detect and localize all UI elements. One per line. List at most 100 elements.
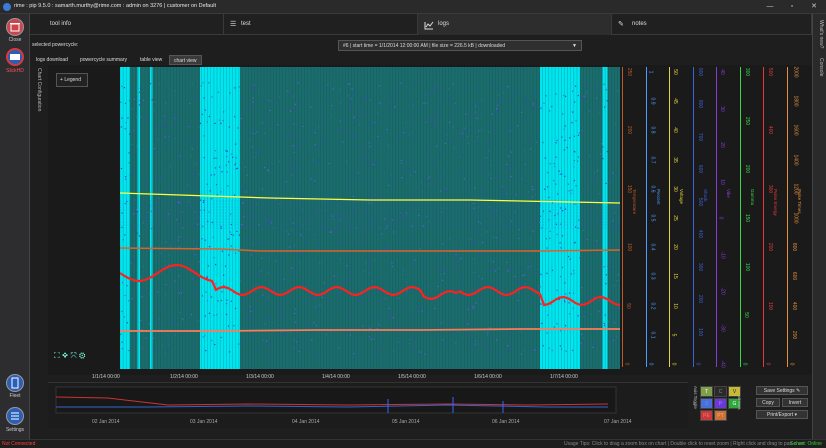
y-tick-label: 0: [717, 217, 723, 220]
overview-svg[interactable]: [48, 383, 688, 417]
y-tick-label: 500: [697, 198, 703, 206]
plot-svg[interactable]: [120, 67, 620, 369]
y-tick-label: 15: [672, 274, 678, 280]
console-tab[interactable]: Console: [818, 58, 824, 76]
y-tick-label: 0: [764, 363, 770, 366]
close-window-button[interactable]: ✕: [804, 2, 824, 12]
minimize-button[interactable]: —: [760, 2, 780, 12]
legend-label: Legend: [64, 77, 81, 83]
y-tick-label: 0.5: [649, 215, 655, 222]
plot-area[interactable]: [120, 67, 620, 369]
y-tick-label: 100: [697, 327, 703, 335]
tab-label: test: [241, 14, 251, 35]
axis-toggle-button[interactable]: PE: [700, 410, 713, 421]
y-axis-title: Gamma: [750, 189, 755, 205]
tab-label: logs: [438, 14, 449, 35]
pan-icon[interactable]: ✥: [62, 351, 68, 360]
y-tick-label: 400: [697, 230, 703, 238]
y-tick-label: 0: [670, 363, 676, 366]
chart-area[interactable]: + Legend ⛶ ✥ ⤧ ⚙ 250200150100500Temperat…: [48, 65, 812, 375]
y-axis-title: Pulse Energy: [773, 189, 778, 216]
y-tick-label: 10: [719, 179, 725, 185]
y-tick-label: 0.1: [649, 331, 655, 338]
x-tick-label: 1/1/14 00:00: [92, 374, 120, 380]
y-axis-line: [693, 67, 694, 367]
axis-toggle-button[interactable]: P: [714, 398, 727, 409]
y-tick-label: 20: [672, 244, 678, 250]
y-tick-label: 900: [697, 68, 703, 76]
y-axis-title: Shock: [703, 189, 708, 202]
overview-date-label: 02 Jan 2014: [92, 419, 120, 425]
x-tick-label: 1/4/14 00:00: [322, 374, 350, 380]
tab-logs[interactable]: logs: [418, 14, 612, 35]
legend-button[interactable]: + Legend: [56, 73, 88, 87]
y-axis-line: [763, 67, 764, 367]
y-tick-label: 0: [741, 363, 747, 366]
y-tick-label: 200: [744, 165, 750, 173]
axis-toggle-button[interactable]: T: [700, 386, 713, 397]
subtab-logs-download[interactable]: logs download: [32, 55, 72, 65]
x-tick-label: 1/7/14 00:00: [550, 374, 578, 380]
all-axes-label: all axes: [737, 396, 742, 410]
save-settings-button[interactable]: Save Settings ✎: [756, 386, 808, 395]
y-axis-title: Temperature: [632, 189, 637, 214]
right-sidebar: What's new? Console: [812, 14, 826, 439]
subtab-table-view[interactable]: table view: [136, 55, 166, 65]
overview-date-label: 07 Jan 2014: [604, 419, 632, 425]
axis-toggle-label: Axis Toggle: [693, 386, 698, 409]
gear-icon[interactable]: ⚙: [79, 351, 85, 360]
whats-new-tab[interactable]: What's new?: [818, 20, 824, 48]
maximize-button[interactable]: ▫: [782, 2, 802, 12]
axis-toggle-button[interactable]: PT: [714, 410, 727, 421]
y-tick-label: -40: [720, 360, 726, 367]
y-tick-label: 200: [697, 295, 703, 303]
y-tick-label: 400: [767, 126, 773, 134]
invert-button[interactable]: Invert: [782, 398, 808, 407]
y-tick-label: 0: [647, 363, 653, 366]
y-tick-label: -10: [720, 251, 726, 258]
device-icon: [6, 48, 24, 66]
list-icon: ☰: [230, 14, 236, 35]
tab-label: notes: [632, 14, 647, 35]
app-icon: [3, 3, 11, 11]
chart-configuration-tab[interactable]: Chart Configuration: [32, 68, 44, 138]
zoom-fit-icon[interactable]: ⛶: [54, 351, 60, 360]
copy-button[interactable]: Copy: [756, 398, 780, 407]
y-axis-line: [740, 67, 741, 367]
axis-toggle-panel: Axis Toggle TCVSPGPEPT all axes: [690, 382, 740, 428]
expand-icon[interactable]: ⤧: [70, 351, 76, 360]
y-tick-label: 600: [791, 272, 797, 280]
y-tick-label: 30: [672, 186, 678, 192]
y-tick-label: 25: [672, 215, 678, 221]
y-axis-title: Pulse Times: [797, 189, 802, 214]
overview-navigator[interactable]: 02 Jan 201403 Jan 201404 Jan 201405 Jan …: [48, 382, 688, 428]
chart-tools: ⛶ ✥ ⤧ ⚙: [54, 351, 86, 361]
axis-toggle-button[interactable]: S: [700, 398, 713, 409]
y-tick-label: 400: [791, 301, 797, 309]
y-tick-label: 800: [697, 100, 703, 108]
y-tick-label: 20: [719, 142, 725, 148]
save-settings-label: Save Settings: [764, 388, 795, 394]
y-tick-label: -20: [720, 287, 726, 294]
y-tick-label: 0.6: [649, 185, 655, 192]
print-export-button[interactable]: Print/Export ▾: [756, 410, 808, 419]
y-tick-label: 250: [744, 116, 750, 124]
y-tick-label: 50: [672, 69, 678, 75]
y-tick-label: 100: [626, 243, 632, 251]
y-axis-title: Voltage: [679, 189, 684, 204]
y-axis-line: [787, 67, 788, 367]
y-tick-label: 200: [791, 331, 797, 339]
powercycle-select[interactable]: #6 | start time = 1/1/2014 12:00:00 AM |…: [338, 40, 582, 51]
subtab-powercycle-summary[interactable]: powercycle summary: [76, 55, 131, 65]
subtab-chart-view[interactable]: chart view: [169, 55, 202, 65]
sidebar-item-label: SlickHD: [0, 68, 30, 74]
tab-tool-info[interactable]: tool info: [30, 14, 224, 35]
overview-date-label: 03 Jan 2014: [190, 419, 218, 425]
y-tick-label: 200: [626, 126, 632, 134]
y-tick-label: 0: [623, 363, 629, 366]
y-axis-line: [622, 67, 623, 367]
tab-test[interactable]: ☰ test: [224, 14, 418, 35]
tab-notes[interactable]: ✎ notes: [612, 14, 812, 35]
axis-toggle-button[interactable]: C: [714, 386, 727, 397]
wrench-icon: ✎: [796, 388, 800, 394]
